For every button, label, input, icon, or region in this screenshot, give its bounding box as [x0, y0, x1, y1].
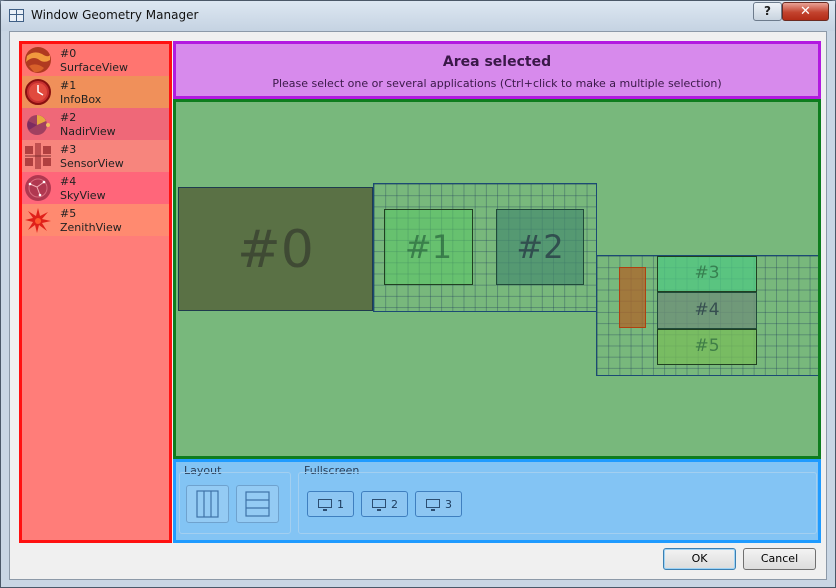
fullscreen-button-1[interactable]: 1 — [307, 491, 354, 517]
window-label: #0 — [237, 220, 314, 280]
list-item-zenithview[interactable]: #5 ZenithView — [22, 204, 169, 236]
dialog-client-area: #0 SurfaceView #1 InfoBox #2 NadirView #… — [9, 31, 827, 580]
app-id: #3 — [60, 143, 77, 156]
horizontal-split-icon — [245, 491, 270, 517]
nadir-icon — [27, 115, 50, 135]
selection-header: Area selected Please select one or sever… — [173, 41, 821, 99]
window-title: Window Geometry Manager — [31, 8, 199, 22]
app-id: #0 — [60, 47, 77, 60]
window-label: #5 — [694, 336, 720, 356]
header-subtitle: Please select one or several application… — [272, 77, 722, 90]
fullscreen-button-2[interactable]: 2 — [361, 491, 408, 517]
ok-button[interactable]: OK — [663, 548, 736, 570]
monitor-icon — [318, 499, 332, 511]
sensor-icon — [25, 143, 51, 169]
window-label: #3 — [694, 263, 720, 283]
app-id: #1 — [60, 79, 77, 92]
app-name: NadirView — [60, 125, 116, 138]
app-name: SkyView — [60, 189, 106, 202]
sky-icon — [25, 175, 51, 201]
window-label: #1 — [404, 228, 453, 266]
cancel-button[interactable]: Cancel — [743, 548, 816, 570]
app-id: #4 — [60, 175, 77, 188]
fullscreen-number: 2 — [391, 498, 398, 511]
app-window-5[interactable]: #5 — [657, 329, 757, 365]
monitor-icon — [426, 499, 440, 511]
app-window-2[interactable]: #2 — [496, 209, 584, 285]
title-bar[interactable]: Window Geometry Manager ? ✕ — [1, 1, 835, 31]
fullscreen-number: 3 — [445, 498, 452, 511]
monitor-icon — [372, 499, 386, 511]
list-item-nadirview[interactable]: #2 NadirView — [22, 108, 169, 140]
app-name: ZenithView — [60, 221, 122, 234]
window-app-icon — [9, 9, 24, 22]
clock-icon — [25, 79, 51, 105]
app-window-0[interactable]: #0 — [178, 187, 373, 311]
window-label: #2 — [516, 228, 564, 266]
help-button[interactable]: ? — [753, 2, 782, 21]
list-item-skyview[interactable]: #4 SkyView — [22, 172, 169, 204]
dialog-window: Window Geometry Manager ? ✕ #0 SurfaceVie… — [0, 0, 836, 588]
app-id: #5 — [60, 207, 77, 220]
zenith-icon — [25, 208, 51, 233]
controls-panel: Layout Fullscreen 1 2 3 — [173, 459, 821, 543]
app-name: InfoBox — [60, 93, 102, 106]
header-title: Area selected — [442, 54, 552, 70]
geometry-canvas[interactable]: #0 #1 #2 #3 #4 #5 — [173, 99, 821, 459]
close-button[interactable]: ✕ — [782, 2, 829, 21]
app-name: SurfaceView — [60, 61, 129, 74]
app-window-4[interactable]: #4 — [657, 292, 757, 329]
app-window-highlight[interactable] — [619, 267, 646, 328]
app-id: #2 — [60, 111, 77, 124]
horizontal-split-button[interactable] — [236, 485, 279, 523]
list-item-surfaceview[interactable]: #0 SurfaceView — [22, 44, 169, 76]
list-item-infobox[interactable]: #1 InfoBox — [22, 76, 169, 108]
application-list[interactable]: #0 SurfaceView #1 InfoBox #2 NadirView #… — [19, 41, 172, 543]
app-name: SensorView — [60, 157, 124, 170]
app-window-3[interactable]: #3 — [657, 256, 757, 292]
list-item-sensorview[interactable]: #3 SensorView — [22, 140, 169, 172]
vertical-split-button[interactable] — [186, 485, 229, 523]
fullscreen-number: 1 — [337, 498, 344, 511]
surface-icon — [25, 47, 51, 73]
window-label: #4 — [694, 300, 720, 320]
app-window-1[interactable]: #1 — [384, 209, 473, 285]
fullscreen-button-3[interactable]: 3 — [415, 491, 462, 517]
vertical-split-icon — [196, 490, 219, 518]
